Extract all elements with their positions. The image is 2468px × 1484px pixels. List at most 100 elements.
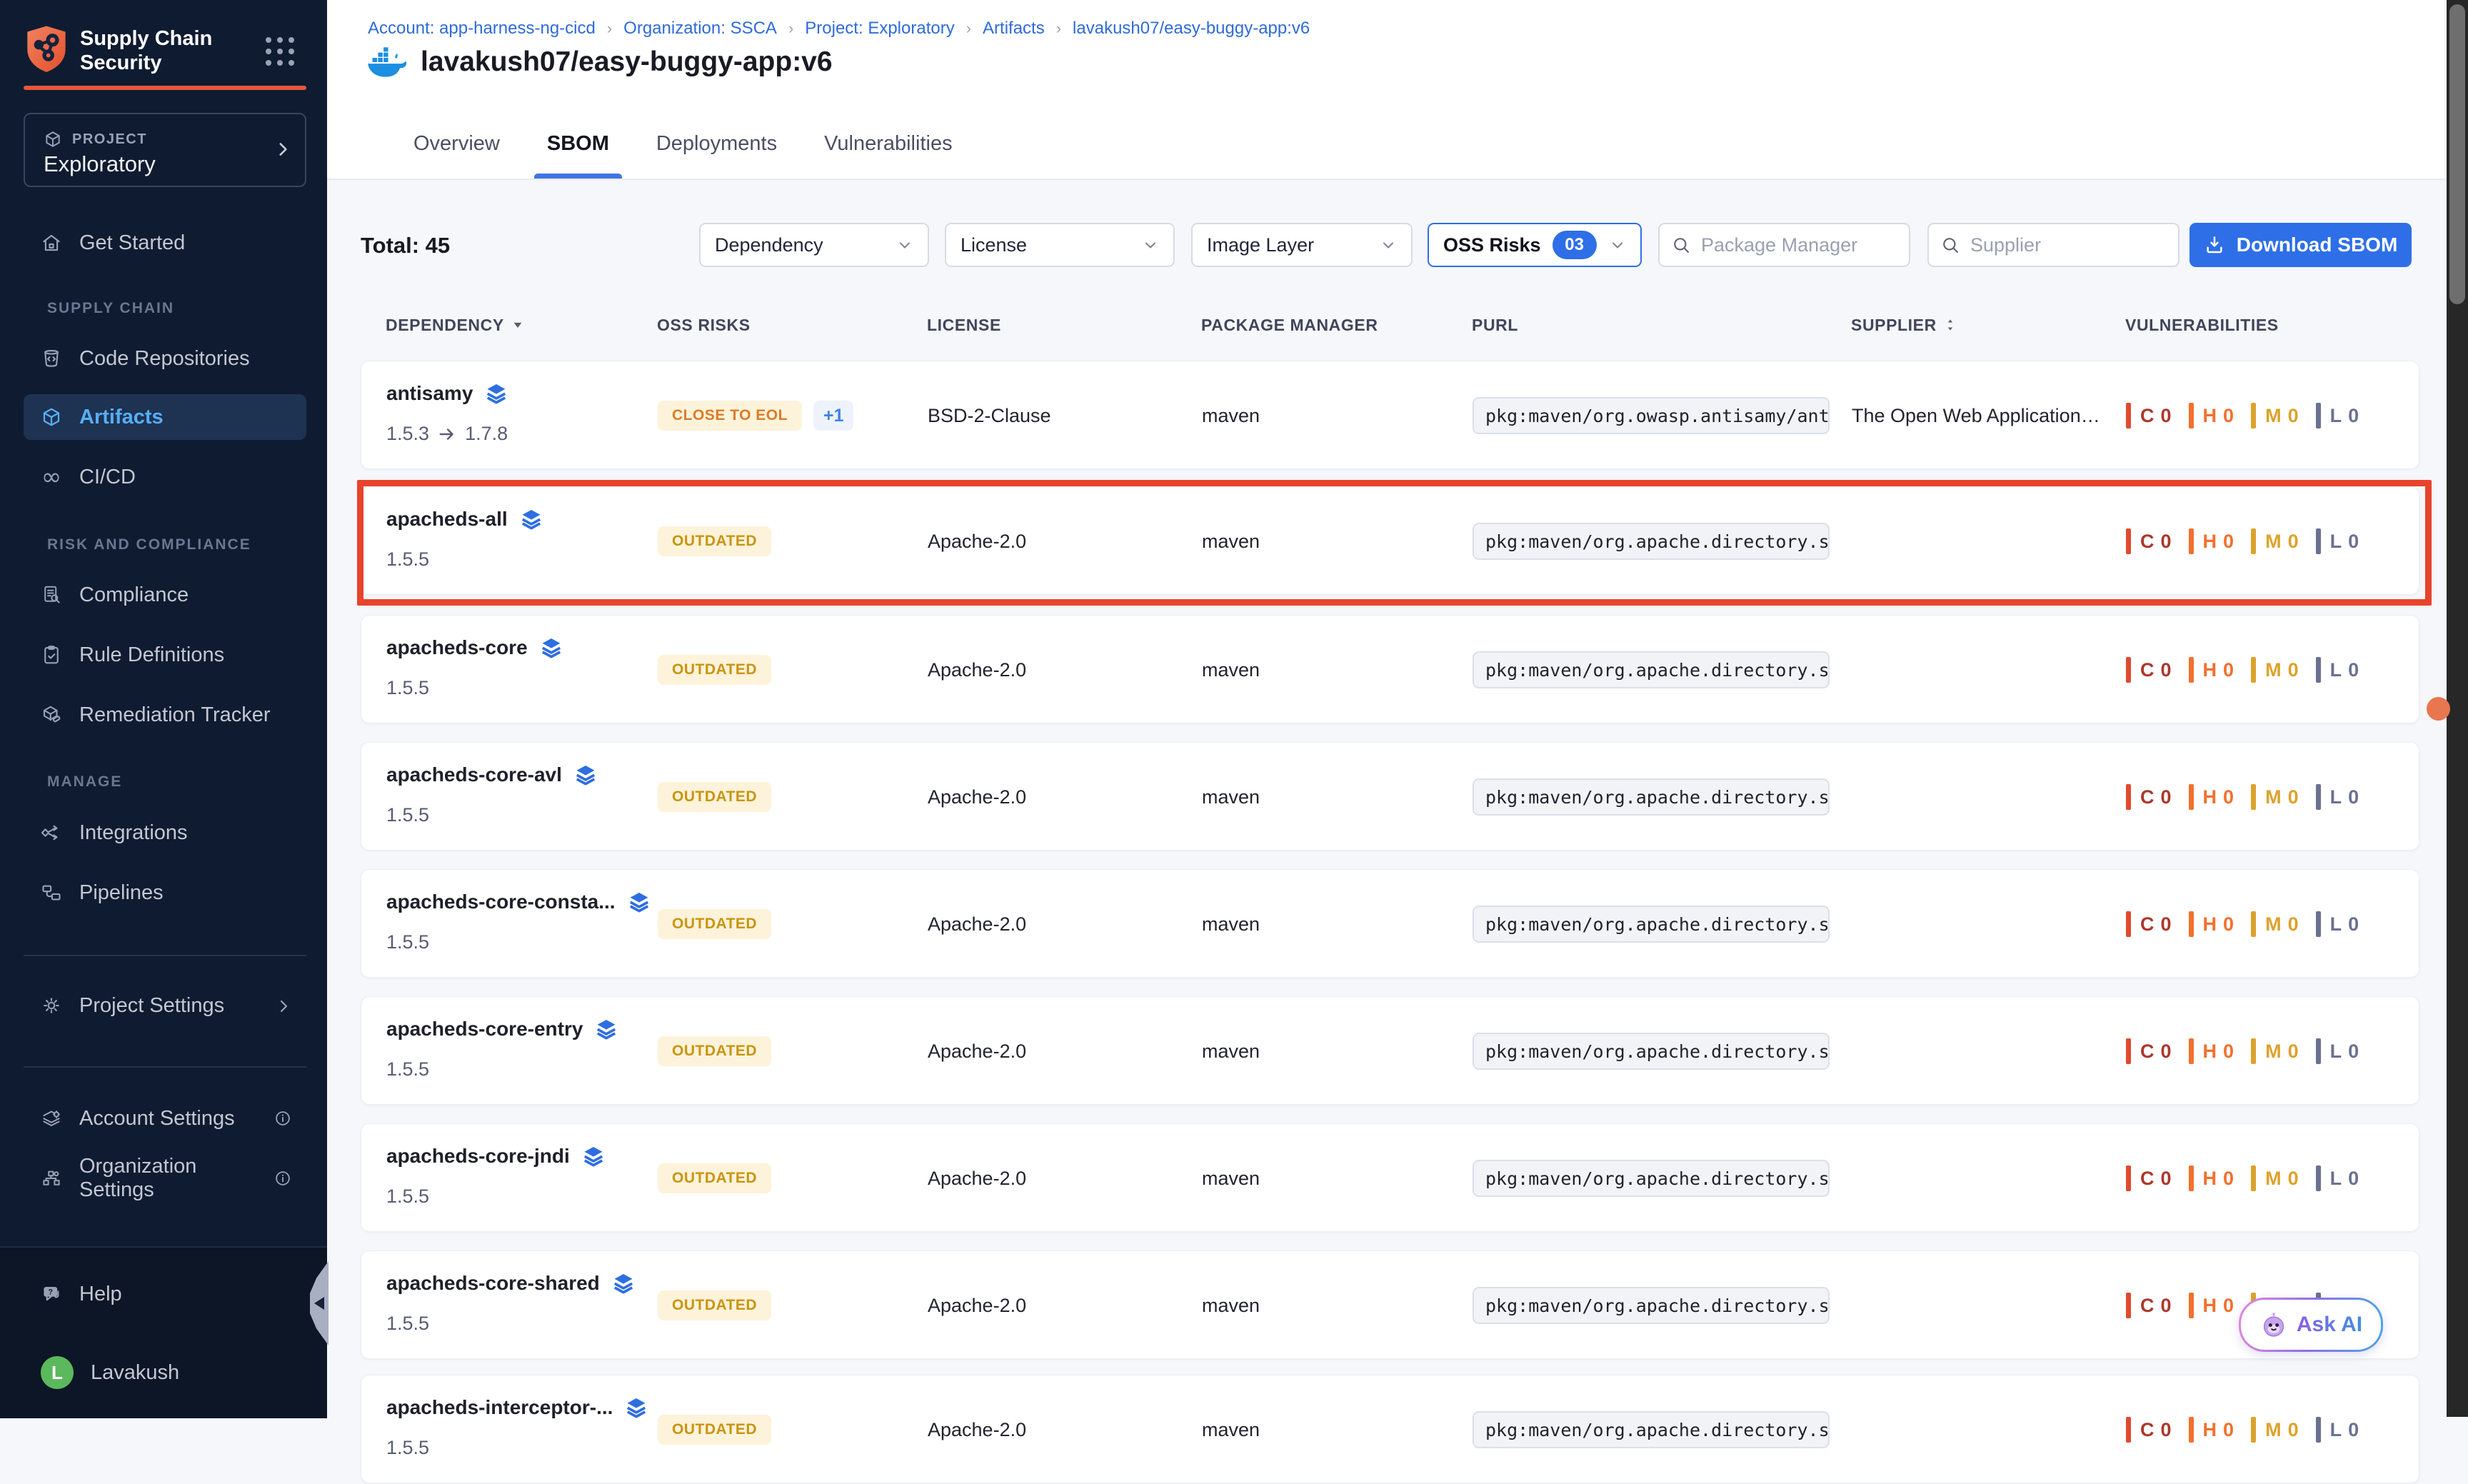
vulnerabilities-cell: C0 H0 M0 L0: [2126, 870, 2376, 978]
layers-icon: [611, 1271, 636, 1295]
purl-cell: pkg:maven/org.apache.directory.s…: [1473, 870, 1830, 978]
supply-chain-security-logo-icon: [24, 24, 69, 74]
sidebar-item-rule-definitions[interactable]: Rule Definitions: [24, 632, 306, 678]
table-row[interactable]: apacheds-core-entry 1.5.5 OUTDATED Apach…: [361, 996, 2419, 1105]
sidebar-item-help[interactable]: ? Help: [24, 1271, 306, 1317]
tab-deployments[interactable]: Deployments: [653, 109, 780, 179]
purl-value[interactable]: pkg:maven/org.apache.directory.s…: [1473, 1160, 1830, 1197]
risk-badge: OUTDATED: [658, 655, 771, 685]
tab-overview[interactable]: Overview: [411, 109, 503, 179]
chevron-down-icon: [1142, 236, 1159, 254]
layers-icon: [539, 636, 563, 660]
tab-sbom[interactable]: SBOM: [544, 109, 612, 179]
project-name: Exploratory: [44, 151, 156, 177]
package-manager-cell: maven: [1202, 487, 1260, 596]
critical-count: C0: [2140, 405, 2172, 427]
purl-value[interactable]: pkg:maven/org.apache.directory.s…: [1473, 523, 1830, 560]
sidebar-item-remediation-tracker[interactable]: Remediation Tracker: [24, 692, 306, 738]
gear-icon: [41, 995, 62, 1016]
table-row[interactable]: apacheds-core-avl 1.5.5 OUTDATED Apache-…: [361, 742, 2419, 851]
purl-value[interactable]: pkg:maven/org.owasp.antisamy/ant…: [1473, 397, 1830, 434]
sidebar-item-compliance[interactable]: Compliance: [24, 572, 306, 618]
sidebar-item-get-started[interactable]: Get Started: [24, 220, 306, 266]
dependency-filter-select[interactable]: Dependency: [699, 223, 929, 267]
breadcrumb-current[interactable]: lavakush07/easy-buggy-app:v6: [1073, 19, 1310, 39]
purl-value[interactable]: pkg:maven/org.apache.directory.s…: [1473, 778, 1830, 816]
purl-value[interactable]: pkg:maven/org.apache.directory.s…: [1473, 651, 1830, 688]
license-cell: Apache-2.0: [928, 870, 1026, 978]
supplier-search-input[interactable]: [1969, 234, 2167, 257]
help-chat-icon: ?: [41, 1283, 62, 1305]
download-sbom-button[interactable]: Download SBOM: [2189, 223, 2412, 267]
search-icon: [1671, 235, 1691, 255]
info-icon[interactable]: [274, 1109, 292, 1128]
risk-badge: OUTDATED: [658, 1415, 771, 1445]
breadcrumb-separator: ›: [607, 19, 612, 38]
layers-icon: [594, 1017, 618, 1041]
layers-icon: [581, 1144, 606, 1168]
table-row[interactable]: apacheds-core-consta... 1.5.5 OUTDATED A…: [361, 869, 2419, 978]
sidebar-item-artifacts[interactable]: Artifacts: [24, 394, 306, 440]
table-row[interactable]: apacheds-interceptor-... 1.5.5 OUTDATED …: [361, 1375, 2419, 1483]
sidebar-item-project-settings[interactable]: Project Settings: [24, 983, 306, 1028]
package-manager-search-input[interactable]: [1700, 234, 1897, 257]
purl-cell: pkg:maven/org.apache.directory.s…: [1473, 743, 1830, 851]
scrollbar-thumb[interactable]: [2449, 4, 2465, 304]
info-icon[interactable]: [274, 1169, 292, 1188]
image-layer-filter-select[interactable]: Image Layer: [1191, 223, 1413, 267]
sidebar-item-cicd[interactable]: ∞ CI/CD: [24, 454, 306, 500]
table-row[interactable]: apacheds-core 1.5.5 OUTDATED Apache-2.0 …: [361, 615, 2419, 723]
purl-value[interactable]: pkg:maven/org.apache.directory.s…: [1473, 1033, 1830, 1070]
breadcrumb-organization[interactable]: Organization: SSCA: [623, 19, 777, 39]
breadcrumb-account[interactable]: Account: app-harness-ng-cicd: [368, 19, 596, 39]
dependency-version: 1.5.5: [386, 1313, 429, 1335]
dependency-version: 1.5.5: [386, 1437, 429, 1459]
table-row[interactable]: apacheds-core-jndi 1.5.5 OUTDATED Apache…: [361, 1123, 2419, 1232]
risk-badge: OUTDATED: [658, 526, 771, 556]
document-search-icon: [41, 584, 62, 606]
high-count: H0: [2203, 786, 2234, 808]
high-count: H0: [2203, 1295, 2234, 1317]
sidebar-item-pipelines[interactable]: Pipelines: [24, 870, 306, 916]
column-header-dependency[interactable]: DEPENDENCY: [386, 307, 524, 343]
section-supply-chain: SUPPLY CHAIN: [47, 300, 174, 317]
ask-ai-button[interactable]: Ask AI: [2239, 1298, 2383, 1352]
sidebar-item-integrations[interactable]: Integrations: [24, 810, 306, 856]
sidebar-item-user[interactable]: L Lavakush: [24, 1350, 306, 1395]
high-bar: [2189, 1417, 2194, 1443]
package-manager-search: [1658, 223, 1910, 267]
cube-icon: [41, 406, 62, 428]
breadcrumb-artifacts[interactable]: Artifacts: [983, 19, 1045, 39]
purl-value[interactable]: pkg:maven/org.apache.directory.s…: [1473, 1287, 1830, 1324]
sidebar-item-code-repositories[interactable]: Code Repositories: [24, 336, 306, 381]
search-icon: [1940, 235, 1960, 255]
app-title: Supply Chain Security: [80, 26, 212, 75]
table-row[interactable]: antisamy 1.5.3 1.7.8 CLOSE TO EOL +1 BSD…: [361, 361, 2419, 469]
vulnerabilities-cell: C0 H0 M0 L0: [2126, 743, 2376, 851]
column-header-license: LICENSE: [927, 307, 1001, 343]
breadcrumb-project[interactable]: Project: Exploratory: [805, 19, 954, 39]
purl-value[interactable]: pkg:maven/org.apache.directory.s…: [1473, 906, 1830, 943]
high-count: H0: [2203, 405, 2234, 427]
table-row[interactable]: apacheds-all 1.5.5 OUTDATED Apache-2.0 m…: [361, 486, 2419, 595]
low-bar: [2316, 657, 2321, 683]
sidebar-item-account-settings[interactable]: Account Settings: [24, 1096, 306, 1141]
medium-count: M0: [2265, 786, 2299, 808]
tab-vulnerabilities[interactable]: Vulnerabilities: [821, 109, 955, 179]
dependency-version: 1.5.5: [386, 677, 429, 699]
risk-badge: OUTDATED: [658, 1036, 771, 1066]
high-bar: [2189, 911, 2194, 937]
sidebar-item-organization-settings[interactable]: Organization Settings: [24, 1155, 306, 1201]
module-grid-icon[interactable]: [266, 37, 296, 67]
page-title: lavakush07/easy-buggy-app:v6: [421, 46, 833, 78]
risk-extra-chip[interactable]: +1: [813, 401, 854, 431]
column-header-supplier[interactable]: SUPPLIER: [1851, 307, 1957, 343]
sort-updown-icon: [1944, 319, 1957, 331]
clipboard-check-icon: [41, 644, 62, 666]
license-filter-select[interactable]: License: [945, 223, 1175, 267]
table-row[interactable]: apacheds-core-shared 1.5.5 OUTDATED Apac…: [361, 1250, 2419, 1359]
project-selector[interactable]: PROJECT Exploratory: [24, 113, 306, 187]
low-bar: [2316, 784, 2321, 810]
oss-risks-filter-select[interactable]: OSS Risks 03: [1428, 223, 1642, 267]
breadcrumb: Account: app-harness-ng-cicd › Organizat…: [368, 19, 1310, 39]
